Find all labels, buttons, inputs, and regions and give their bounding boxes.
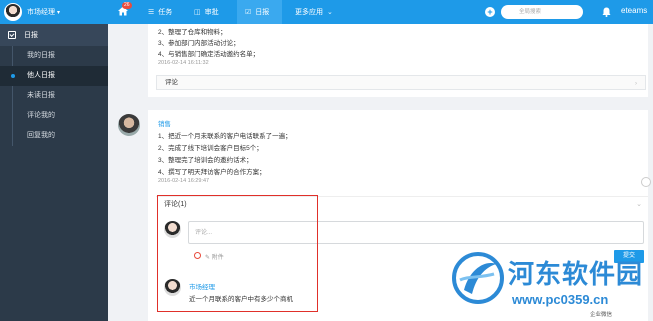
report-card: 2、整理了仓库和物料； 3、参加部门内部活动讨论； 4、与销售部门确定活动邀约名… — [148, 24, 648, 97]
reply-text: 近一个月联系的客户中有多少个商机 — [189, 296, 293, 303]
author-avatar[interactable] — [118, 114, 140, 136]
nav-label: 审批 — [204, 9, 219, 16]
watermark-url: www.pc0359.cn — [512, 292, 609, 307]
reply-user-avatar — [164, 279, 181, 296]
notification-badge: 26 — [122, 2, 132, 9]
checkbox-icon — [8, 31, 16, 39]
report-line: 2、整理了仓库和物料； — [158, 29, 227, 36]
watermark-title: 河东软件园 — [508, 259, 644, 289]
sidebar-item-my-reports[interactable]: 我的日报 — [0, 46, 108, 66]
attach-label: 附件 — [211, 255, 224, 261]
watermark-logo-icon — [452, 252, 504, 304]
brand-logo-text: eteams — [621, 6, 648, 15]
sidebar-item-label: 回复我的 — [27, 132, 55, 139]
scroll-top-icon[interactable] — [641, 177, 651, 187]
sidebar-item-comments-on-me[interactable]: 评论我的 — [0, 106, 108, 126]
comment-label: 评论 — [165, 79, 178, 86]
sidebar: 日报 我的日报 他人日报 未读日报 评论我的 回复我的 — [0, 24, 108, 321]
watermark: 河东软件园 www.pc0359.cn 企业微信 — [450, 250, 653, 321]
watermark-sub: 企业微信 — [590, 312, 613, 318]
global-search-input[interactable]: 全局搜索 — [501, 5, 583, 19]
chevron-down-icon: ⌄ — [636, 201, 642, 208]
user-name: 市场经理 — [27, 9, 55, 16]
bell-icon[interactable] — [602, 7, 611, 17]
chevron-right-icon: › — [635, 81, 637, 87]
report-line: 3、整理完了培训会的邀约话术； — [158, 157, 253, 164]
approval-icon: ◫ — [194, 9, 201, 16]
nav-tab-daily-report[interactable]: ☑ 日报 — [237, 0, 282, 24]
report-line: 3、参加部门内部活动讨论； — [158, 40, 240, 47]
daily-report-icon: ☑ — [245, 9, 252, 16]
user-menu[interactable]: 市场经理 ▾ — [4, 2, 60, 22]
emoji-icon[interactable] — [194, 252, 201, 259]
nav-label: 任务 — [158, 9, 173, 16]
sidebar-item-replies-to-me[interactable]: 回复我的 — [0, 126, 108, 146]
sidebar-item-label: 他人日报 — [27, 72, 55, 79]
nav-tab-approval[interactable]: ◫ 审批 — [186, 0, 227, 24]
reply-author[interactable]: 市场经理 — [189, 281, 215, 291]
user-avatar — [4, 3, 22, 21]
sidebar-title: 日报 — [24, 32, 38, 39]
sidebar-header[interactable]: 日报 — [0, 24, 108, 46]
list-icon: ☰ — [148, 9, 155, 16]
sidebar-item-label: 我的日报 — [27, 52, 55, 59]
active-dot-icon — [11, 74, 15, 78]
report-author[interactable]: 销售 — [158, 118, 171, 128]
nav-tab-tasks[interactable]: ☰ 任务 — [140, 0, 180, 24]
report-line: 1、把近一个月未联系的客户电话联系了一遍； — [158, 133, 292, 140]
sidebar-item-others-reports[interactable]: 他人日报 — [0, 66, 108, 86]
chevron-down-icon: ▾ — [57, 9, 61, 16]
report-timestamp: 2016-02-14 16:29:47 — [158, 178, 210, 184]
nav-label: 更多应用 — [295, 9, 323, 16]
comment-header[interactable]: 评论(1) ⌄ — [156, 196, 648, 214]
chevron-down-icon: ⌄ — [327, 9, 333, 16]
top-nav-bar: 市场经理 ▾ 26 ☰ 任务 ◫ 审批 ☑ 日报 更多应用 ⌄ + 全局搜索 e… — [0, 0, 653, 24]
nav-label: 日报 — [255, 9, 270, 16]
report-line: 2、完成了线下培训会客户目标5个； — [158, 145, 263, 152]
nav-tab-more-apps[interactable]: 更多应用 ⌄ — [287, 0, 341, 24]
report-line: 4、撰写了明天拜访客户的合作方案； — [158, 169, 266, 176]
current-user-avatar — [164, 221, 181, 238]
report-line: 4、与销售部门确定活动邀约名单； — [158, 51, 260, 58]
comment-toggle[interactable]: 评论 › — [156, 75, 646, 90]
sidebar-item-label: 评论我的 — [27, 112, 55, 119]
attach-button[interactable]: ✎ 附件 — [205, 252, 224, 261]
paperclip-icon: ✎ — [205, 255, 211, 261]
comment-input[interactable]: 评论... — [188, 221, 644, 244]
sidebar-item-label: 未读日报 — [27, 92, 55, 99]
sidebar-item-unread-reports[interactable]: 未读日报 — [0, 86, 108, 106]
report-timestamp: 2016-02-14 16:11:32 — [158, 60, 209, 66]
add-icon[interactable]: + — [485, 7, 495, 17]
comment-count-label: 评论(1) — [164, 201, 187, 208]
